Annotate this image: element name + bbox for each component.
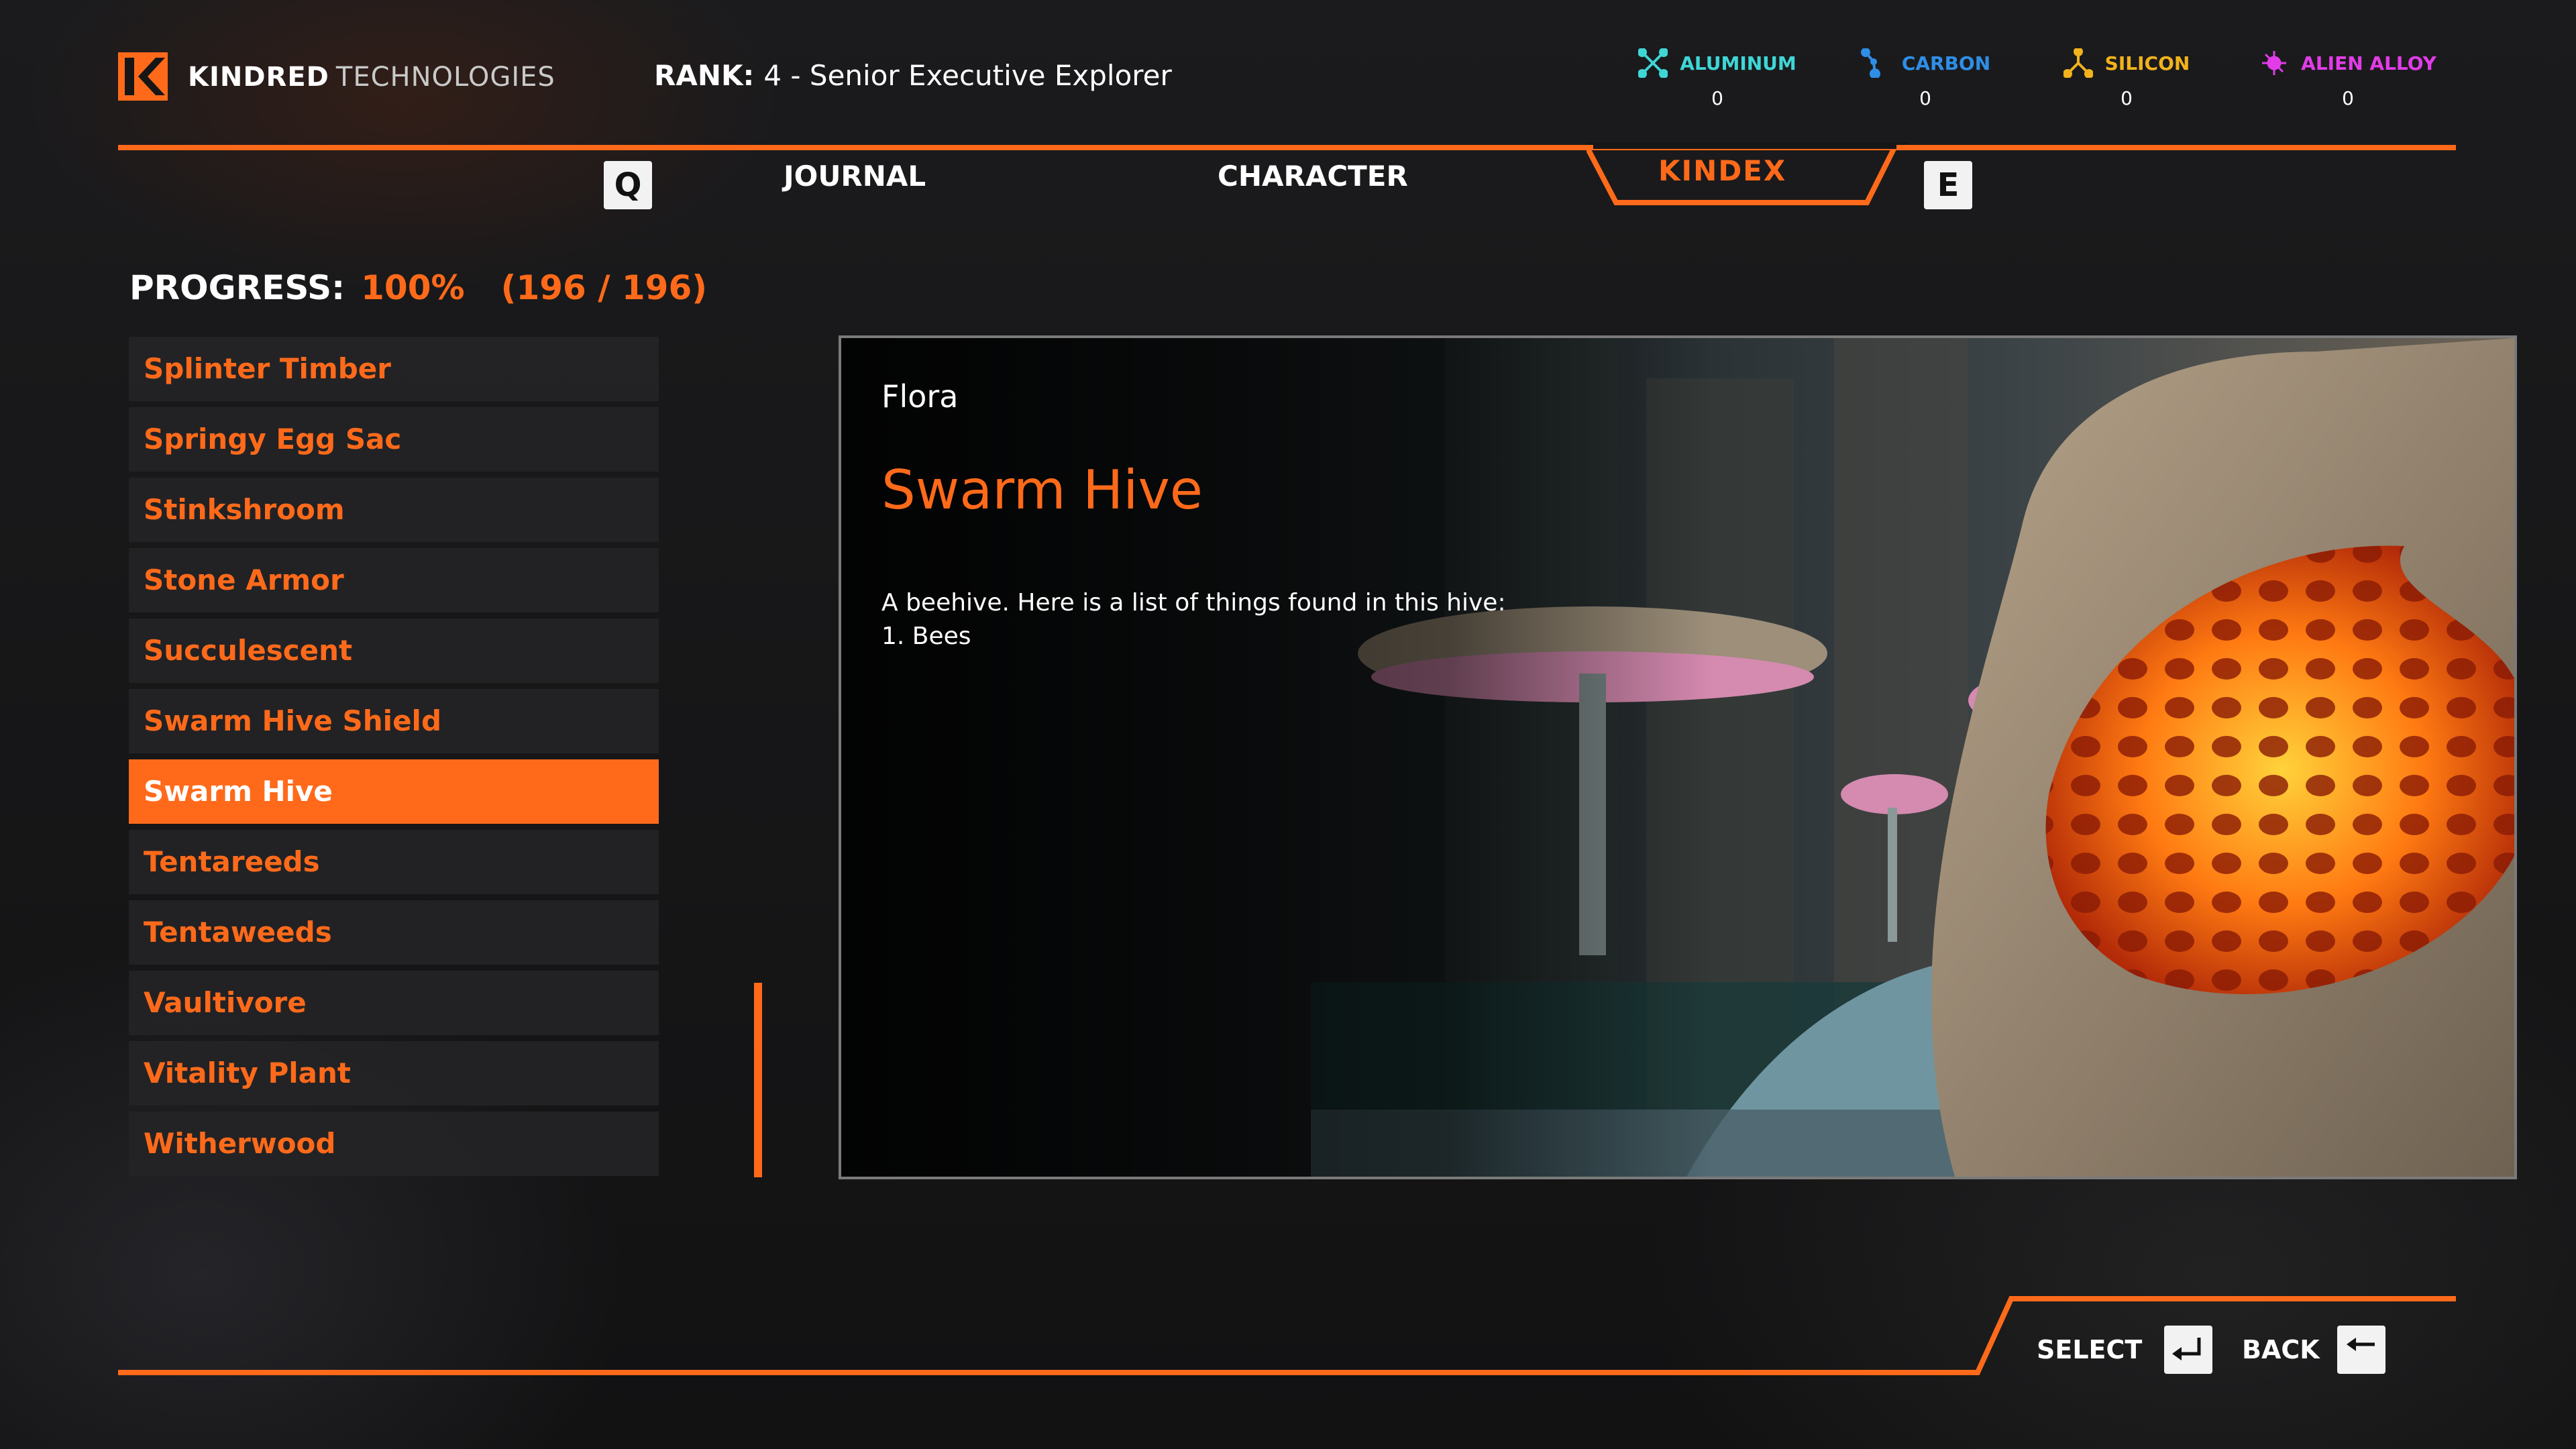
kindred-logo-icon <box>118 52 168 101</box>
resource-name: ALIEN ALLOY <box>2301 52 2436 74</box>
detail-panel: Flora Swarm Hive A beehive. Here is a li… <box>839 335 2517 1179</box>
list-item-tentaweeds[interactable]: Tentaweeds <box>129 900 659 965</box>
entry-category: Flora <box>881 378 959 415</box>
aluminum-molecule-icon <box>1638 48 1668 78</box>
entry-title: Swarm Hive <box>881 459 1203 521</box>
description-line: 1. Bees <box>881 623 971 650</box>
description-line: A beehive. Here is a list of things foun… <box>881 589 1506 616</box>
select-label: SELECT <box>2037 1335 2143 1364</box>
next-tab-key-e[interactable]: E <box>1924 161 1972 209</box>
rank-label: RANK: <box>654 59 755 92</box>
header-divider <box>118 145 2456 150</box>
list-item-tentareeds[interactable]: Tentareeds <box>129 830 659 894</box>
back-label: BACK <box>2242 1335 2320 1364</box>
carbon-molecule-icon <box>1860 48 1880 78</box>
progress-percent: 100% <box>361 268 465 307</box>
resource-value: 0 <box>1711 87 1723 109</box>
brand-name: KINDRED TECHNOLOGIES <box>188 62 555 93</box>
progress-label: PROGRESS: <box>129 268 345 307</box>
back-backspace-key[interactable] <box>2337 1326 2385 1374</box>
list-item-stone-armor[interactable]: Stone Armor <box>129 548 659 612</box>
resource-value: 0 <box>2342 87 2354 109</box>
brand-secondary: TECHNOLOGIES <box>335 62 555 93</box>
resource-alien-alloy: ALIEN ALLOY 0 <box>2234 48 2462 109</box>
resource-name: CARBON <box>1901 52 1991 74</box>
resource-aluminum: ALUMINUM 0 <box>1617 48 1818 109</box>
enter-key-icon <box>2172 1338 2201 1360</box>
silicon-molecule-icon <box>2063 48 2093 78</box>
brand-primary: KINDRED <box>188 62 329 93</box>
backspace-key-icon <box>2347 1338 2375 1351</box>
alien-alloy-molecule-icon <box>2262 51 2287 75</box>
resource-name: ALUMINUM <box>1680 52 1796 74</box>
resource-name: SILICON <box>2104 52 2190 74</box>
list-item-succulescent[interactable]: Succulescent <box>129 619 659 683</box>
resource-value: 0 <box>1919 87 1931 109</box>
list-item-swarm-hive[interactable]: Swarm Hive <box>129 759 659 824</box>
prev-tab-key-q[interactable]: Q <box>604 161 652 209</box>
rank-value: 4 - Senior Executive Explorer <box>763 59 1172 92</box>
rank-display: RANK: 4 - Senior Executive Explorer <box>654 59 1172 92</box>
list-item-stinkshroom[interactable]: Stinkshroom <box>129 478 659 542</box>
progress-indicator: PROGRESS: 100% (196 / 196) <box>129 268 707 307</box>
list-item-vitality-plant[interactable]: Vitality Plant <box>129 1041 659 1106</box>
list-item-splinter-timber[interactable]: Splinter Timber <box>129 337 659 401</box>
resource-value: 0 <box>2121 87 2133 109</box>
resource-carbon: CARBON 0 <box>1825 48 2026 109</box>
tab-journal[interactable]: JOURNAL <box>784 160 926 193</box>
kindex-entry-list: Splinter Timber Springy Egg Sac Stinkshr… <box>129 337 659 1182</box>
list-item-witherwood[interactable]: Witherwood <box>129 1112 659 1176</box>
list-item-swarm-hive-shield[interactable]: Swarm Hive Shield <box>129 689 659 753</box>
progress-count: (196 / 196) <box>500 268 708 307</box>
resource-silicon: SILICON 0 <box>2026 48 2227 109</box>
select-enter-key[interactable] <box>2164 1326 2212 1374</box>
entry-description: A beehive. Here is a list of things foun… <box>881 586 1686 653</box>
list-item-vaultivore[interactable]: Vaultivore <box>129 971 659 1035</box>
tab-kindex[interactable]: KINDEX <box>1658 154 1786 187</box>
list-item-springy-egg-sac[interactable]: Springy Egg Sac <box>129 407 659 472</box>
list-scrollbar[interactable] <box>754 983 762 1177</box>
tab-character[interactable]: CHARACTER <box>1218 160 1408 193</box>
